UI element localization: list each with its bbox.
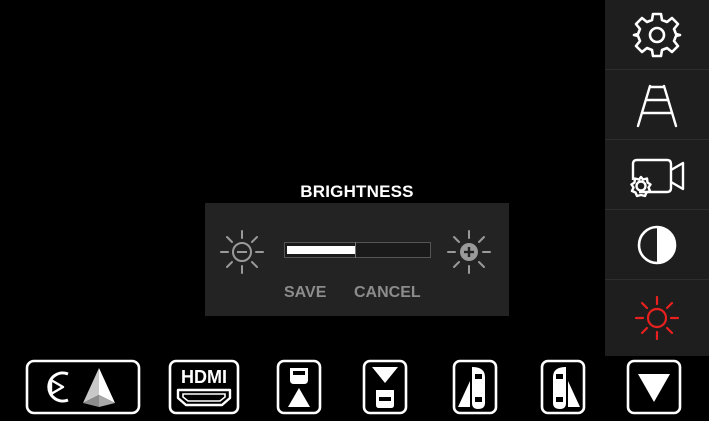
hdmi-button[interactable]: HDMI [168,359,240,415]
sidebar-item-settings[interactable] [605,0,709,70]
hdmi-icon: HDMI [168,359,240,415]
sidebar-item-contrast[interactable] [605,210,709,280]
front-rear-camera-view-button[interactable] [362,359,408,415]
brightness-title: BRIGHTNESS [300,182,414,201]
left-side-camera-view-icon [452,359,498,415]
cancel-button[interactable]: CANCEL [354,284,421,302]
chevron-down-icon [626,359,682,415]
screen: BRIGHTNESS SAVE CANCEL HDMI [0,0,709,421]
brightness-slider-handle[interactable] [355,242,356,258]
contrast-icon [637,225,677,264]
sidebar [605,0,709,356]
left-side-camera-view-button[interactable] [452,359,498,415]
bottom-bar: HDMI [0,356,709,421]
brightness-increase-button[interactable] [444,227,494,277]
carplay-android-auto-icon [25,359,141,415]
brightness-icon [634,295,680,341]
right-side-camera-view-icon [540,359,586,415]
camera-settings-icon [630,158,685,197]
brightness-increase-icon [447,230,491,274]
sidebar-item-guidelines[interactable] [605,70,709,140]
sidebar-item-brightness[interactable] [605,280,709,356]
brightness-slider[interactable] [284,242,431,258]
brightness-decrease-icon [220,230,264,274]
gear-icon [632,12,682,57]
more-button[interactable] [626,359,682,415]
front-camera-view-icon [276,359,322,415]
road-lines-icon [636,84,678,127]
front-rear-camera-view-icon [362,359,408,415]
right-side-camera-view-button[interactable] [540,359,586,415]
front-camera-view-button[interactable] [276,359,322,415]
hdmi-label: HDMI [181,367,227,387]
sidebar-item-camera-settings[interactable] [605,140,709,210]
brightness-decrease-button[interactable] [217,227,267,277]
carplay-android-auto-button[interactable] [25,359,141,415]
brightness-slider-fill [287,246,355,254]
brightness-dialog: SAVE CANCEL [205,203,509,316]
save-button[interactable]: SAVE [284,284,326,302]
